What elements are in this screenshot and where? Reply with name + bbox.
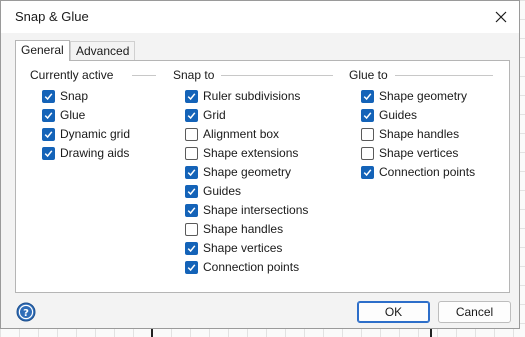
checkbox-label: Snap bbox=[60, 89, 89, 103]
checkbox-box[interactable] bbox=[42, 146, 55, 160]
snap-to-group: Snap to Ruler subdivisions Grid Alignmen… bbox=[173, 68, 338, 274]
checkbox-label: Shape vertices bbox=[379, 146, 459, 160]
group-title-snap-to: Snap to bbox=[173, 68, 215, 82]
checkbox-snap-guides[interactable]: Guides bbox=[185, 183, 241, 199]
group-title-glue-to: Glue to bbox=[349, 68, 388, 82]
checkbox-box[interactable] bbox=[361, 108, 374, 122]
checkmark-icon bbox=[44, 149, 53, 157]
svg-text:?: ? bbox=[23, 308, 29, 319]
ruler-mark bbox=[430, 329, 432, 337]
checkbox-snap-shape-vertices[interactable]: Shape vertices bbox=[185, 240, 282, 256]
checkbox-box[interactable] bbox=[185, 165, 198, 179]
checkbox-drawing-aids[interactable]: Drawing aids bbox=[42, 145, 129, 161]
checkbox-box[interactable] bbox=[185, 127, 198, 141]
snap-glue-dialog: Snap & Glue General Advanced Currently a… bbox=[0, 0, 520, 329]
checkbox-label: Shape intersections bbox=[203, 203, 309, 217]
checkmark-icon bbox=[363, 92, 372, 100]
ok-button[interactable]: OK bbox=[357, 301, 430, 323]
checkmark-icon bbox=[44, 130, 53, 138]
checkbox-snap-shape-geometry[interactable]: Shape geometry bbox=[185, 164, 291, 180]
checkbox-label: Shape geometry bbox=[379, 89, 468, 103]
tab-advanced[interactable]: Advanced bbox=[70, 41, 136, 61]
checkbox-box[interactable] bbox=[361, 165, 374, 179]
checkbox-box[interactable] bbox=[42, 108, 55, 122]
checkbox-label: Grid bbox=[203, 108, 226, 122]
checkbox-snap-grid[interactable]: Grid bbox=[185, 107, 226, 123]
checkbox-label: Shape handles bbox=[379, 127, 460, 141]
checkbox-box[interactable] bbox=[361, 89, 374, 103]
checkbox-glue-shape-vertices[interactable]: Shape vertices bbox=[361, 145, 458, 161]
checkmark-icon bbox=[187, 168, 196, 176]
checkmark-icon bbox=[187, 244, 196, 252]
checkbox-label: Connection points bbox=[203, 260, 300, 274]
checkbox-snap-connection-points[interactable]: Connection points bbox=[185, 259, 299, 275]
title-bar: Snap & Glue bbox=[1, 1, 519, 33]
checkbox-box[interactable] bbox=[185, 203, 198, 217]
checkbox-label: Shape vertices bbox=[203, 241, 283, 255]
checkbox-label: Guides bbox=[203, 184, 242, 198]
checkbox-label: Guides bbox=[379, 108, 418, 122]
group-title-currently-active: Currently active bbox=[30, 68, 114, 82]
checkbox-box[interactable] bbox=[185, 108, 198, 122]
group-divider bbox=[395, 75, 493, 76]
checkbox-label: Glue bbox=[60, 108, 86, 122]
checkbox-dynamic-grid[interactable]: Dynamic grid bbox=[42, 126, 130, 142]
checkbox-snap[interactable]: Snap bbox=[42, 88, 88, 104]
checkbox-snap-shape-extensions[interactable]: Shape extensions bbox=[185, 145, 298, 161]
checkbox-label: Dynamic grid bbox=[60, 127, 131, 141]
group-divider bbox=[132, 75, 156, 76]
checkbox-box[interactable] bbox=[185, 241, 198, 255]
checkbox-label: Connection points bbox=[379, 165, 476, 179]
checkmark-icon bbox=[187, 111, 196, 119]
checkmark-icon bbox=[187, 92, 196, 100]
checkbox-label: Drawing aids bbox=[60, 146, 130, 160]
checkbox-box[interactable] bbox=[42, 89, 55, 103]
glue-to-group: Glue to Shape geometry Guides Shape hand… bbox=[349, 68, 499, 179]
checkbox-snap-shape-handles[interactable]: Shape handles bbox=[185, 221, 283, 237]
help-button[interactable]: ? bbox=[16, 302, 36, 322]
checkmark-icon bbox=[187, 206, 196, 214]
checkbox-glue[interactable]: Glue bbox=[42, 107, 85, 123]
currently-active-group: Currently active Snap Glue Dynamic grid … bbox=[30, 68, 160, 160]
checkbox-label: Shape geometry bbox=[203, 165, 292, 179]
checkmark-icon bbox=[187, 263, 196, 271]
checkbox-glue-connection-points[interactable]: Connection points bbox=[361, 164, 475, 180]
checkbox-box[interactable] bbox=[185, 260, 198, 274]
question-icon: ? bbox=[16, 302, 36, 322]
checkbox-glue-shape-geometry[interactable]: Shape geometry bbox=[361, 88, 467, 104]
checkbox-box[interactable] bbox=[361, 146, 374, 160]
checkmark-icon bbox=[363, 111, 372, 119]
tab-general[interactable]: General bbox=[15, 40, 70, 61]
close-icon bbox=[495, 11, 507, 23]
checkbox-box[interactable] bbox=[185, 184, 198, 198]
checkmark-icon bbox=[44, 92, 53, 100]
checkbox-glue-guides[interactable]: Guides bbox=[361, 107, 417, 123]
checkbox-glue-shape-handles[interactable]: Shape handles bbox=[361, 126, 459, 142]
checkbox-box[interactable] bbox=[185, 222, 198, 236]
checkbox-label: Shape handles bbox=[203, 222, 284, 236]
checkmark-icon bbox=[187, 187, 196, 195]
checkbox-snap-shape-intersections[interactable]: Shape intersections bbox=[185, 202, 308, 218]
general-tab-panel: Currently active Snap Glue Dynamic grid … bbox=[15, 60, 510, 293]
checkbox-box[interactable] bbox=[361, 127, 374, 141]
checkbox-box[interactable] bbox=[42, 127, 55, 141]
checkbox-snap-ruler-subdivisions[interactable]: Ruler subdivisions bbox=[185, 88, 300, 104]
group-divider bbox=[221, 75, 333, 76]
checkmark-icon bbox=[363, 168, 372, 176]
checkbox-snap-alignment-box[interactable]: Alignment box bbox=[185, 126, 279, 142]
checkbox-label: Shape extensions bbox=[203, 146, 299, 160]
checkbox-box[interactable] bbox=[185, 89, 198, 103]
checkbox-box[interactable] bbox=[185, 146, 198, 160]
dialog-title: Snap & Glue bbox=[15, 9, 89, 24]
checkbox-label: Ruler subdivisions bbox=[203, 89, 301, 103]
checkbox-label: Alignment box bbox=[203, 127, 280, 141]
checkmark-icon bbox=[44, 111, 53, 119]
ruler-mark bbox=[151, 329, 153, 337]
close-button[interactable] bbox=[489, 6, 513, 28]
cancel-button[interactable]: Cancel bbox=[438, 301, 511, 323]
